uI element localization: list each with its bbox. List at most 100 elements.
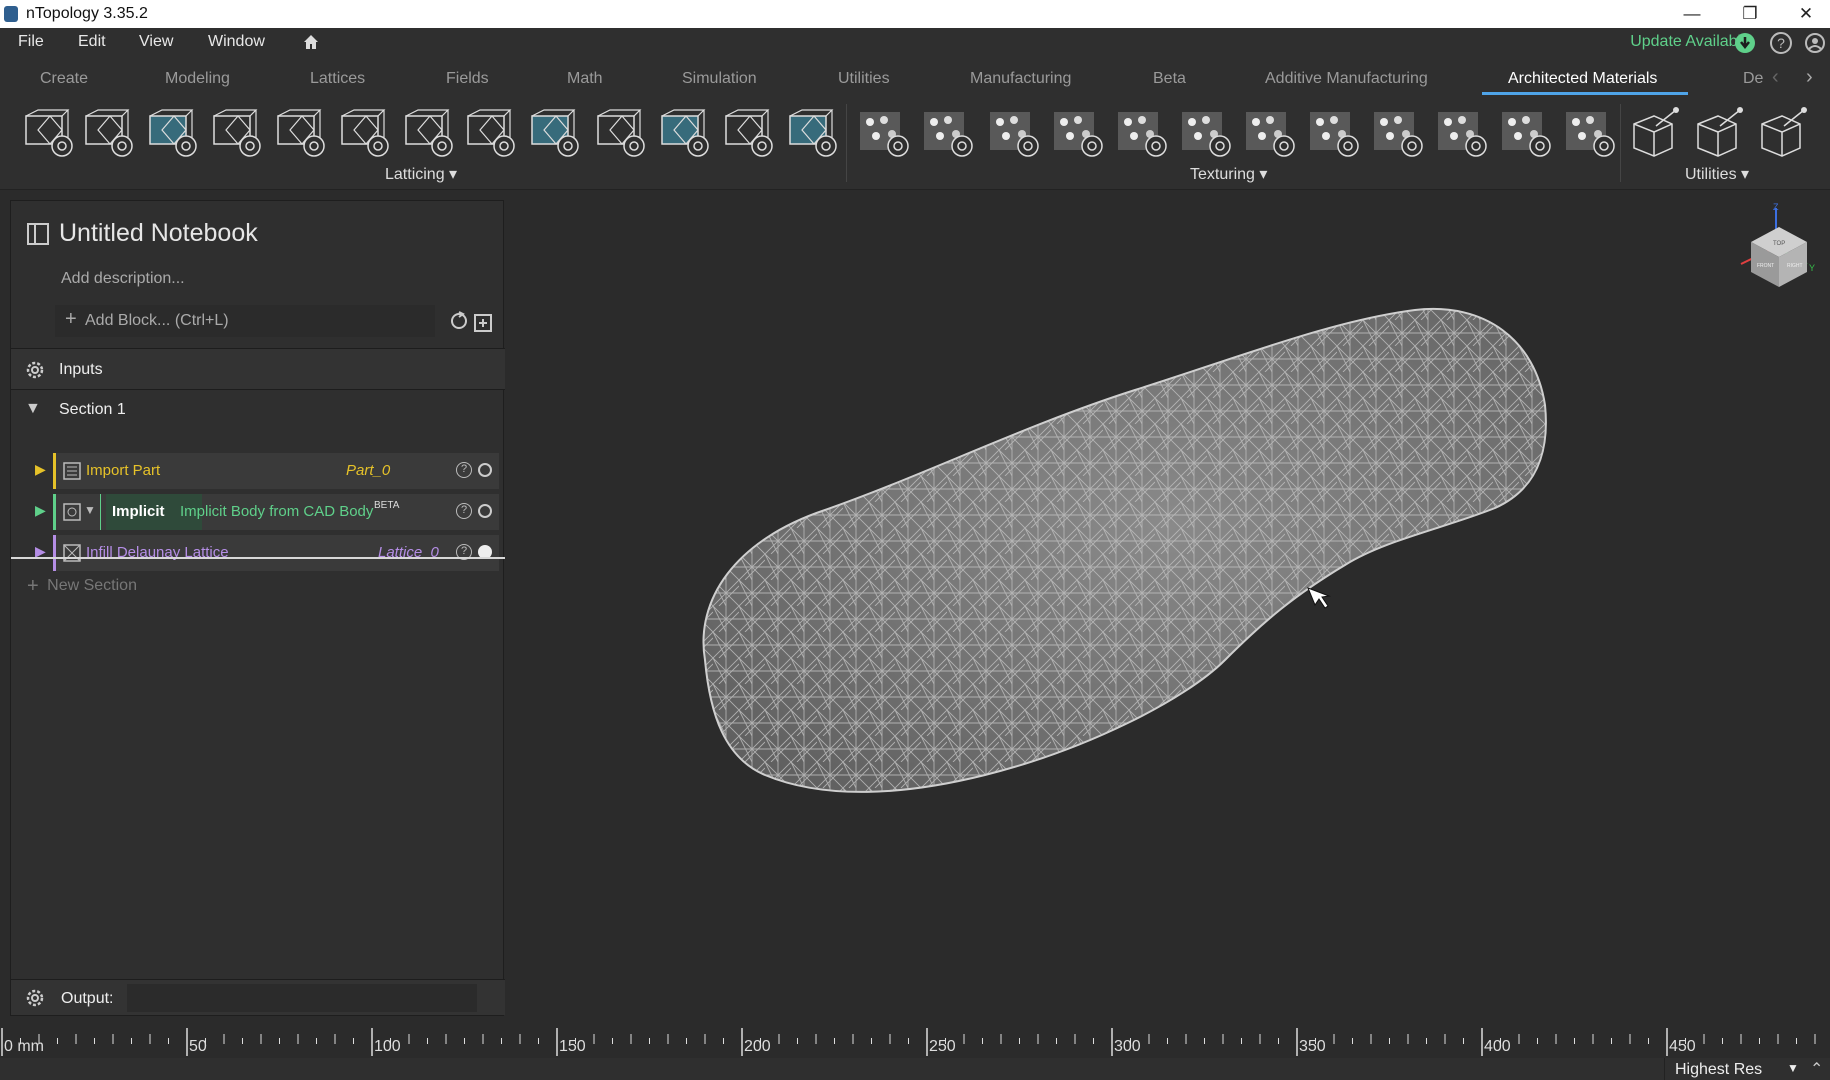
- notebook-panel: Untitled Notebook Add description... + A…: [10, 200, 505, 1016]
- tab-simulation[interactable]: Simulation: [682, 70, 757, 88]
- menu-edit[interactable]: Edit: [78, 33, 106, 51]
- section-title[interactable]: Section 1: [59, 401, 126, 419]
- ruler-label: 300: [1114, 1038, 1141, 1055]
- add-section-icon[interactable]: [473, 311, 495, 333]
- chevron-down-icon[interactable]: ▼: [25, 400, 41, 418]
- active-tab-indicator: [1482, 92, 1688, 95]
- expand-arrow-icon[interactable]: ▶: [35, 502, 46, 519]
- grid-texture-icon[interactable]: [1050, 106, 1104, 158]
- group-latticing-dropdown[interactable]: Latticing ▾: [385, 164, 457, 184]
- notebook-description[interactable]: Add description...: [61, 270, 185, 288]
- block-infill-delaunay-lattice[interactable]: Infill Delaunay Lattice Lattice_0 ?: [53, 535, 499, 571]
- minimize-button[interactable]: —: [1672, 2, 1712, 26]
- pore-texture-icon[interactable]: [1306, 106, 1360, 158]
- mesh-texture-icon[interactable]: [1434, 106, 1488, 158]
- visibility-toggle-icon[interactable]: [478, 463, 492, 477]
- inputs-header[interactable]: Inputs: [11, 348, 505, 390]
- tab-scroll-left-icon[interactable]: ‹: [1772, 66, 1779, 89]
- unit-cell-icon[interactable]: [400, 106, 454, 158]
- block-output-variable[interactable]: Part_0: [346, 462, 390, 479]
- download-icon[interactable]: [1734, 32, 1756, 54]
- account-icon[interactable]: [1804, 32, 1826, 54]
- noise-texture-icon[interactable]: [856, 106, 910, 158]
- menu-window[interactable]: Window: [208, 33, 265, 51]
- warp-tool-icon[interactable]: [1692, 106, 1746, 158]
- shell-lattice-icon[interactable]: [784, 106, 838, 158]
- tab-beta[interactable]: Beta: [1153, 70, 1186, 88]
- blob-texture-icon[interactable]: [1242, 106, 1296, 158]
- spot-texture-icon[interactable]: [1178, 106, 1232, 158]
- voronoi-texture-icon[interactable]: [920, 106, 974, 158]
- box-lattice-icon[interactable]: [80, 106, 134, 158]
- view-cube[interactable]: Z Y TOP FRONT RIGHT: [1721, 202, 1821, 292]
- wave-texture-icon[interactable]: [1498, 106, 1552, 158]
- tab-scroll-right-icon[interactable]: ›: [1806, 66, 1813, 89]
- tab-architected-materials[interactable]: Architected Materials: [1508, 70, 1657, 88]
- block-import-part[interactable]: Import Part Part_0 ?: [53, 453, 499, 489]
- restore-button[interactable]: ❐: [1730, 2, 1770, 26]
- menu-view[interactable]: View: [139, 33, 173, 51]
- section-header[interactable]: ▼ Section 1: [11, 390, 505, 430]
- ribbon-separator: [846, 104, 847, 182]
- ruler-ticks: [1, 1028, 1816, 1056]
- strut-lattice-icon[interactable]: [208, 106, 262, 158]
- tab-manufacturing[interactable]: Manufacturing: [970, 70, 1071, 88]
- tet-lattice-icon[interactable]: [592, 106, 646, 158]
- tab-additive-manufacturing[interactable]: Additive Manufacturing: [1265, 70, 1428, 88]
- update-available-link[interactable]: Update Available: [1630, 33, 1750, 51]
- lattice-model[interactable]: [505, 190, 1830, 1028]
- view-cube-right: RIGHT: [1787, 263, 1803, 269]
- menu-file[interactable]: File: [18, 33, 44, 51]
- stone-texture-icon[interactable]: [1562, 106, 1616, 158]
- refresh-icon[interactable]: [449, 311, 469, 331]
- tab-fields[interactable]: Fields: [446, 70, 489, 88]
- tab-utilities[interactable]: Utilities: [838, 70, 890, 88]
- dot-texture-icon[interactable]: [1114, 106, 1168, 158]
- app-window: nTopology 3.35.2 — ❐ ✕ File Edit View Wi…: [0, 0, 1830, 1080]
- cell-array-icon[interactable]: [462, 106, 516, 158]
- close-button[interactable]: ✕: [1786, 2, 1826, 26]
- graph-lattice-icon[interactable]: [336, 106, 390, 158]
- group-utilities-dropdown[interactable]: Utilities ▾: [1685, 164, 1749, 184]
- axis-z-label: Z: [1773, 202, 1779, 212]
- expand-up-icon[interactable]: ⌃: [1810, 1059, 1823, 1079]
- new-section-button[interactable]: + New Section: [27, 575, 137, 598]
- ruler-label: 50: [189, 1038, 207, 1055]
- conformal-lattice-icon[interactable]: [144, 106, 198, 158]
- expand-arrow-icon[interactable]: ▶: [35, 461, 46, 478]
- branch-lattice-icon[interactable]: [720, 106, 774, 158]
- block-implicit-body[interactable]: ▼ Implicit Implicit Body from CAD Body B…: [53, 494, 499, 530]
- group-texturing-dropdown[interactable]: Texturing ▾: [1190, 164, 1267, 184]
- home-icon[interactable]: [301, 32, 321, 52]
- voronoi-lattice-icon[interactable]: [20, 106, 74, 158]
- surface-lattice-icon[interactable]: [526, 106, 580, 158]
- ribbon-separator: [1620, 104, 1621, 182]
- output-field[interactable]: [127, 984, 477, 1012]
- ruler-label: 150: [559, 1038, 586, 1055]
- import-part-icon: [63, 462, 81, 480]
- tab-lattices[interactable]: Lattices: [310, 70, 365, 88]
- resolution-dropdown[interactable]: Highest Res ▼: [1664, 1058, 1802, 1080]
- cell-map-icon[interactable]: [272, 106, 326, 158]
- tab-math[interactable]: Math: [567, 70, 603, 88]
- add-block-button[interactable]: + Add Block... (Ctrl+L): [55, 305, 435, 337]
- tab-overflow[interactable]: De: [1743, 70, 1763, 88]
- resolution-label: Highest Res: [1675, 1061, 1763, 1078]
- cellular-texture-icon[interactable]: [986, 106, 1040, 158]
- visibility-toggle-icon[interactable]: [478, 504, 492, 518]
- help-icon[interactable]: ?: [1770, 32, 1792, 54]
- implicit-body-icon: [63, 503, 81, 521]
- tab-create[interactable]: Create: [40, 70, 88, 88]
- transform-tool-icon[interactable]: [1628, 106, 1682, 158]
- ramp-surface-icon[interactable]: [656, 106, 710, 158]
- speckle-texture-icon[interactable]: [1370, 106, 1424, 158]
- notebook-title[interactable]: Untitled Notebook: [59, 219, 258, 248]
- chevron-down-icon[interactable]: ▼: [84, 503, 96, 517]
- rotate-tool-icon[interactable]: [1756, 106, 1810, 158]
- 3d-viewport[interactable]: Z Y TOP FRONT RIGHT: [505, 190, 1830, 1028]
- help-icon[interactable]: ?: [456, 462, 472, 478]
- tab-modeling[interactable]: Modeling: [165, 70, 230, 88]
- ruler-label: 0 mm: [4, 1038, 44, 1055]
- window-title: nTopology 3.35.2: [26, 5, 148, 22]
- help-icon[interactable]: ?: [456, 503, 472, 519]
